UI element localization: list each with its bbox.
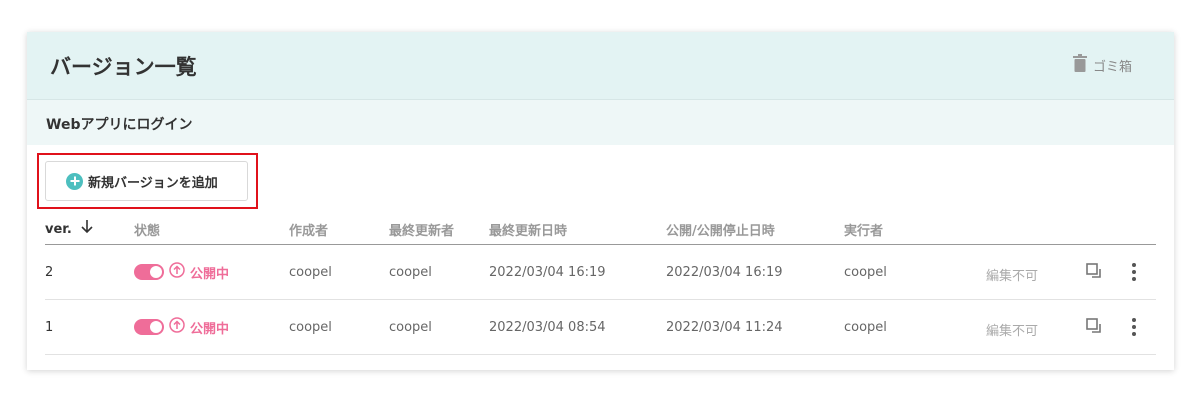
plus-circle-icon	[66, 172, 83, 190]
cell-updater: coopel	[389, 265, 432, 280]
kebab-menu-icon[interactable]	[1129, 262, 1139, 282]
row-divider	[45, 354, 1156, 355]
copy-icon[interactable]	[1085, 317, 1103, 335]
panel-header: バージョン一覧 ゴミ箱	[27, 32, 1174, 100]
app-bar: Webアプリにログイン	[27, 100, 1174, 145]
cell-published-at: 2022/03/04 11:24	[666, 320, 783, 335]
status-text: 公開中	[190, 266, 230, 282]
publish-toggle[interactable]	[134, 319, 164, 335]
trash-icon	[1072, 54, 1087, 76]
column-header-ver-label: ver.	[45, 221, 72, 237]
trash-label: ゴミ箱	[1092, 59, 1132, 75]
cell-creator: coopel	[289, 320, 332, 335]
upload-circle-icon	[169, 317, 185, 337]
add-version-button[interactable]: 新規バージョンを追加	[45, 161, 248, 201]
cell-ver: 1	[45, 320, 54, 335]
column-header-status: 状態	[134, 224, 161, 239]
upload-circle-icon	[169, 262, 185, 282]
column-header-ver[interactable]: ver.	[45, 220, 93, 238]
trash-button[interactable]: ゴミ箱	[1072, 54, 1132, 76]
kebab-menu-icon[interactable]	[1129, 317, 1139, 337]
copy-icon[interactable]	[1085, 262, 1103, 280]
cell-updater: coopel	[389, 320, 432, 335]
cell-executor: coopel	[844, 320, 887, 335]
table-row[interactable]: 2 公開中 coopel coopel 2022/03/04 16:19 202…	[27, 245, 1174, 300]
column-header-updated-at: 最終更新日時	[489, 224, 568, 239]
status-cell: 公開中	[134, 317, 229, 337]
cell-creator: coopel	[289, 265, 332, 280]
cell-published-at: 2022/03/04 16:19	[666, 265, 783, 280]
table-row[interactable]: 1 公開中 coopel coopel 2022/03/04 08:54 202…	[27, 300, 1174, 355]
column-header-executor: 実行者	[844, 224, 884, 239]
column-header-creator: 作成者	[289, 224, 329, 239]
cell-updated-at: 2022/03/04 16:19	[489, 265, 606, 280]
status-text: 公開中	[190, 321, 230, 337]
add-version-label: 新規バージョンを追加	[88, 175, 218, 191]
arrow-down-icon	[81, 220, 93, 238]
cell-ver: 2	[45, 265, 54, 280]
cell-updated-at: 2022/03/04 08:54	[489, 320, 606, 335]
edit-state-label: 編集不可	[986, 269, 1039, 284]
page-title: バージョン一覧	[50, 55, 197, 79]
status-cell: 公開中	[134, 262, 229, 282]
version-list-panel: バージョン一覧 ゴミ箱 Webアプリにログイン 新規バージョンを追加 ver. …	[27, 32, 1174, 370]
publish-toggle[interactable]	[134, 264, 164, 280]
edit-state-label: 編集不可	[986, 324, 1039, 339]
cell-executor: coopel	[844, 265, 887, 280]
column-header-updater: 最終更新者	[389, 224, 455, 239]
column-header-published-at: 公開/公開停止日時	[666, 224, 775, 239]
app-name: Webアプリにログイン	[46, 117, 193, 133]
